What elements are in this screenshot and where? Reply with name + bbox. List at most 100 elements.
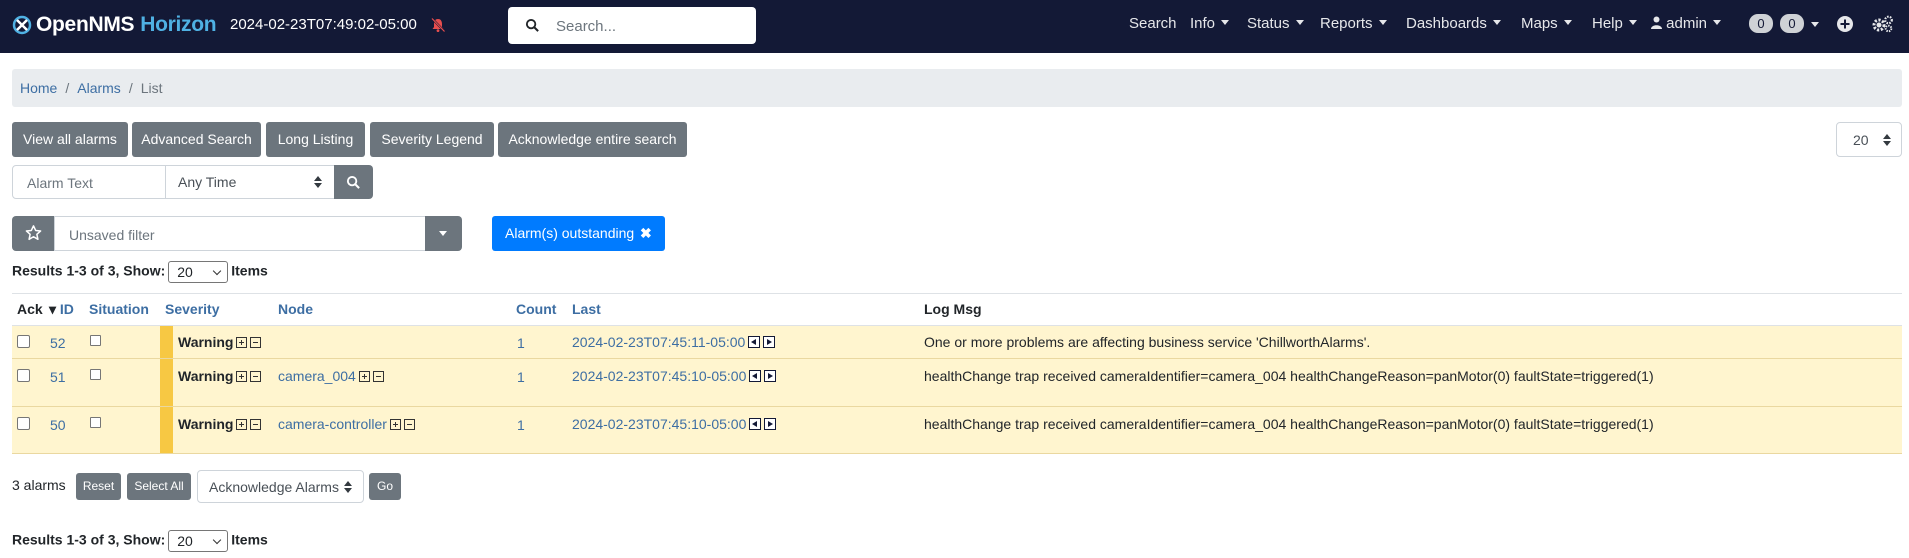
severity-label: Warning <box>178 416 262 432</box>
chevron-down-icon <box>1295 20 1304 25</box>
last-event-time: 2024-02-23T07:45:10-05:00 <box>572 416 777 432</box>
minus-icon[interactable] <box>250 371 262 382</box>
close-icon[interactable]: ✖ <box>640 225 652 242</box>
plus-icon[interactable] <box>236 419 248 430</box>
favorite-filter-button[interactable] <box>12 216 55 251</box>
nav-user[interactable]: admin <box>1651 15 1722 32</box>
minus-icon[interactable] <box>403 419 415 430</box>
notice-count-badge[interactable]: 0 <box>1780 14 1804 33</box>
plus-icon[interactable] <box>236 337 248 348</box>
arrow-right-icon[interactable] <box>764 418 777 430</box>
chevron-down-icon <box>213 266 222 276</box>
alarm-count-link[interactable]: 1 <box>517 335 525 351</box>
reset-button[interactable]: Reset <box>76 473 121 500</box>
breadcrumb-home[interactable]: Home <box>20 80 57 96</box>
nav-menu: Search Info Status Reports Dashboards Ma… <box>0 15 1909 37</box>
active-filter-chip[interactable]: Alarm(s) outstanding ✖ <box>492 216 665 251</box>
node-link[interactable]: camera_004 <box>278 368 356 384</box>
plus-icon[interactable] <box>358 371 370 382</box>
select-arrows-icon <box>1883 134 1891 146</box>
situation-checkbox[interactable] <box>90 417 101 428</box>
filter-name-input[interactable] <box>67 226 411 244</box>
nav-help[interactable]: Help <box>1592 15 1637 32</box>
plus-icon[interactable] <box>236 371 248 382</box>
node-link[interactable]: camera-controller <box>278 416 387 432</box>
arrow-right-icon[interactable] <box>763 336 776 348</box>
minus-icon[interactable] <box>250 419 262 430</box>
go-button[interactable]: Go <box>369 473 401 500</box>
sort-desc-icon: ▾ <box>49 301 57 317</box>
show-count-select[interactable]: 20 <box>168 261 229 283</box>
col-node[interactable]: Node <box>278 301 313 317</box>
ack-checkbox[interactable] <box>17 417 30 430</box>
alarm-id-link[interactable]: 50 <box>50 417 66 433</box>
log-message: One or more problems are affecting busin… <box>924 334 1371 350</box>
ack-action-select[interactable]: Acknowledge Alarms <box>197 470 364 503</box>
minus-icon[interactable] <box>372 371 384 382</box>
filter-dropdown-button[interactable] <box>425 216 462 251</box>
user-icon <box>1651 16 1662 29</box>
alarm-search-button[interactable] <box>334 165 373 199</box>
acknowledge-entire-search-button[interactable]: Acknowledge entire search <box>498 122 687 157</box>
add-circle-icon[interactable] <box>1836 15 1854 33</box>
nav-info[interactable]: Info <box>1190 15 1230 32</box>
page-size-select[interactable]: 20 <box>1836 122 1902 157</box>
alarm-text-input[interactable] <box>25 174 159 192</box>
node-cell: camera-controller <box>278 416 415 432</box>
ack-checkbox[interactable] <box>17 369 30 382</box>
situation-checkbox[interactable] <box>90 369 101 380</box>
chevron-down-icon <box>1563 20 1572 25</box>
severity-indicator <box>160 359 173 406</box>
col-ack[interactable]: Ack <box>17 301 43 317</box>
chevron-down-icon <box>1492 20 1501 25</box>
col-logmsg: Log Msg <box>924 301 982 317</box>
alarm-count-link[interactable]: 1 <box>517 369 525 385</box>
col-count[interactable]: Count <box>516 301 556 317</box>
alarm-id-link[interactable]: 52 <box>50 335 66 351</box>
select-all-button[interactable]: Select All <box>127 473 191 500</box>
arrow-right-icon[interactable] <box>764 370 777 382</box>
star-icon <box>25 225 42 241</box>
breadcrumb-alarms[interactable]: Alarms <box>77 80 121 96</box>
alarm-count-label: 3 alarms <box>12 477 66 493</box>
time-range-select[interactable]: Any Time <box>165 165 335 199</box>
col-id[interactable]: ▾ ID <box>49 301 74 318</box>
nav-status[interactable]: Status <box>1247 15 1304 32</box>
alarm-count-link[interactable]: 1 <box>517 417 525 433</box>
minus-icon[interactable] <box>250 337 262 348</box>
alarm-count-badge[interactable]: 0 <box>1749 14 1773 33</box>
nav-search[interactable]: Search <box>1129 15 1177 32</box>
col-last[interactable]: Last <box>572 301 601 317</box>
long-listing-button[interactable]: Long Listing <box>266 122 365 157</box>
table-row: 51 Warning camera_004 1 2024-02-23T07:45… <box>12 359 1902 407</box>
breadcrumb: Home / Alarms / List <box>12 69 1902 107</box>
alarm-id-link[interactable]: 51 <box>50 369 66 385</box>
arrow-left-icon[interactable] <box>749 370 762 382</box>
select-arrows-icon <box>314 176 322 188</box>
log-message: healthChange trap received cameraIdentif… <box>924 368 1654 384</box>
alarm-text-field <box>12 165 166 199</box>
chevron-down-icon[interactable] <box>1811 22 1819 27</box>
severity-legend-button[interactable]: Severity Legend <box>370 122 494 157</box>
view-all-alarms-button[interactable]: View all alarms <box>12 122 128 157</box>
nav-maps[interactable]: Maps <box>1521 15 1572 32</box>
arrow-left-icon[interactable] <box>748 336 761 348</box>
log-message: healthChange trap received cameraIdentif… <box>924 416 1654 432</box>
table-row: 50 Warning camera-controller 1 2024-02-2… <box>12 407 1902 454</box>
chevron-down-icon <box>1378 20 1387 25</box>
nav-reports[interactable]: Reports <box>1320 15 1387 32</box>
gears-icon[interactable] <box>1872 15 1894 33</box>
ack-checkbox[interactable] <box>17 335 30 348</box>
nav-dashboards[interactable]: Dashboards <box>1406 15 1501 32</box>
chevron-down-icon <box>213 535 222 545</box>
table-row: 52 Warning 1 2024-02-23T07:45:11-05:00 O… <box>12 326 1902 359</box>
severity-indicator <box>160 407 173 453</box>
col-severity[interactable]: Severity <box>165 301 219 317</box>
plus-icon[interactable] <box>389 419 401 430</box>
advanced-search-button[interactable]: Advanced Search <box>132 122 261 157</box>
col-situation[interactable]: Situation <box>89 301 149 317</box>
situation-checkbox[interactable] <box>90 335 101 346</box>
show-count-select[interactable]: 20 <box>168 530 229 552</box>
arrow-left-icon[interactable] <box>749 418 762 430</box>
chevron-down-icon <box>1628 20 1637 25</box>
